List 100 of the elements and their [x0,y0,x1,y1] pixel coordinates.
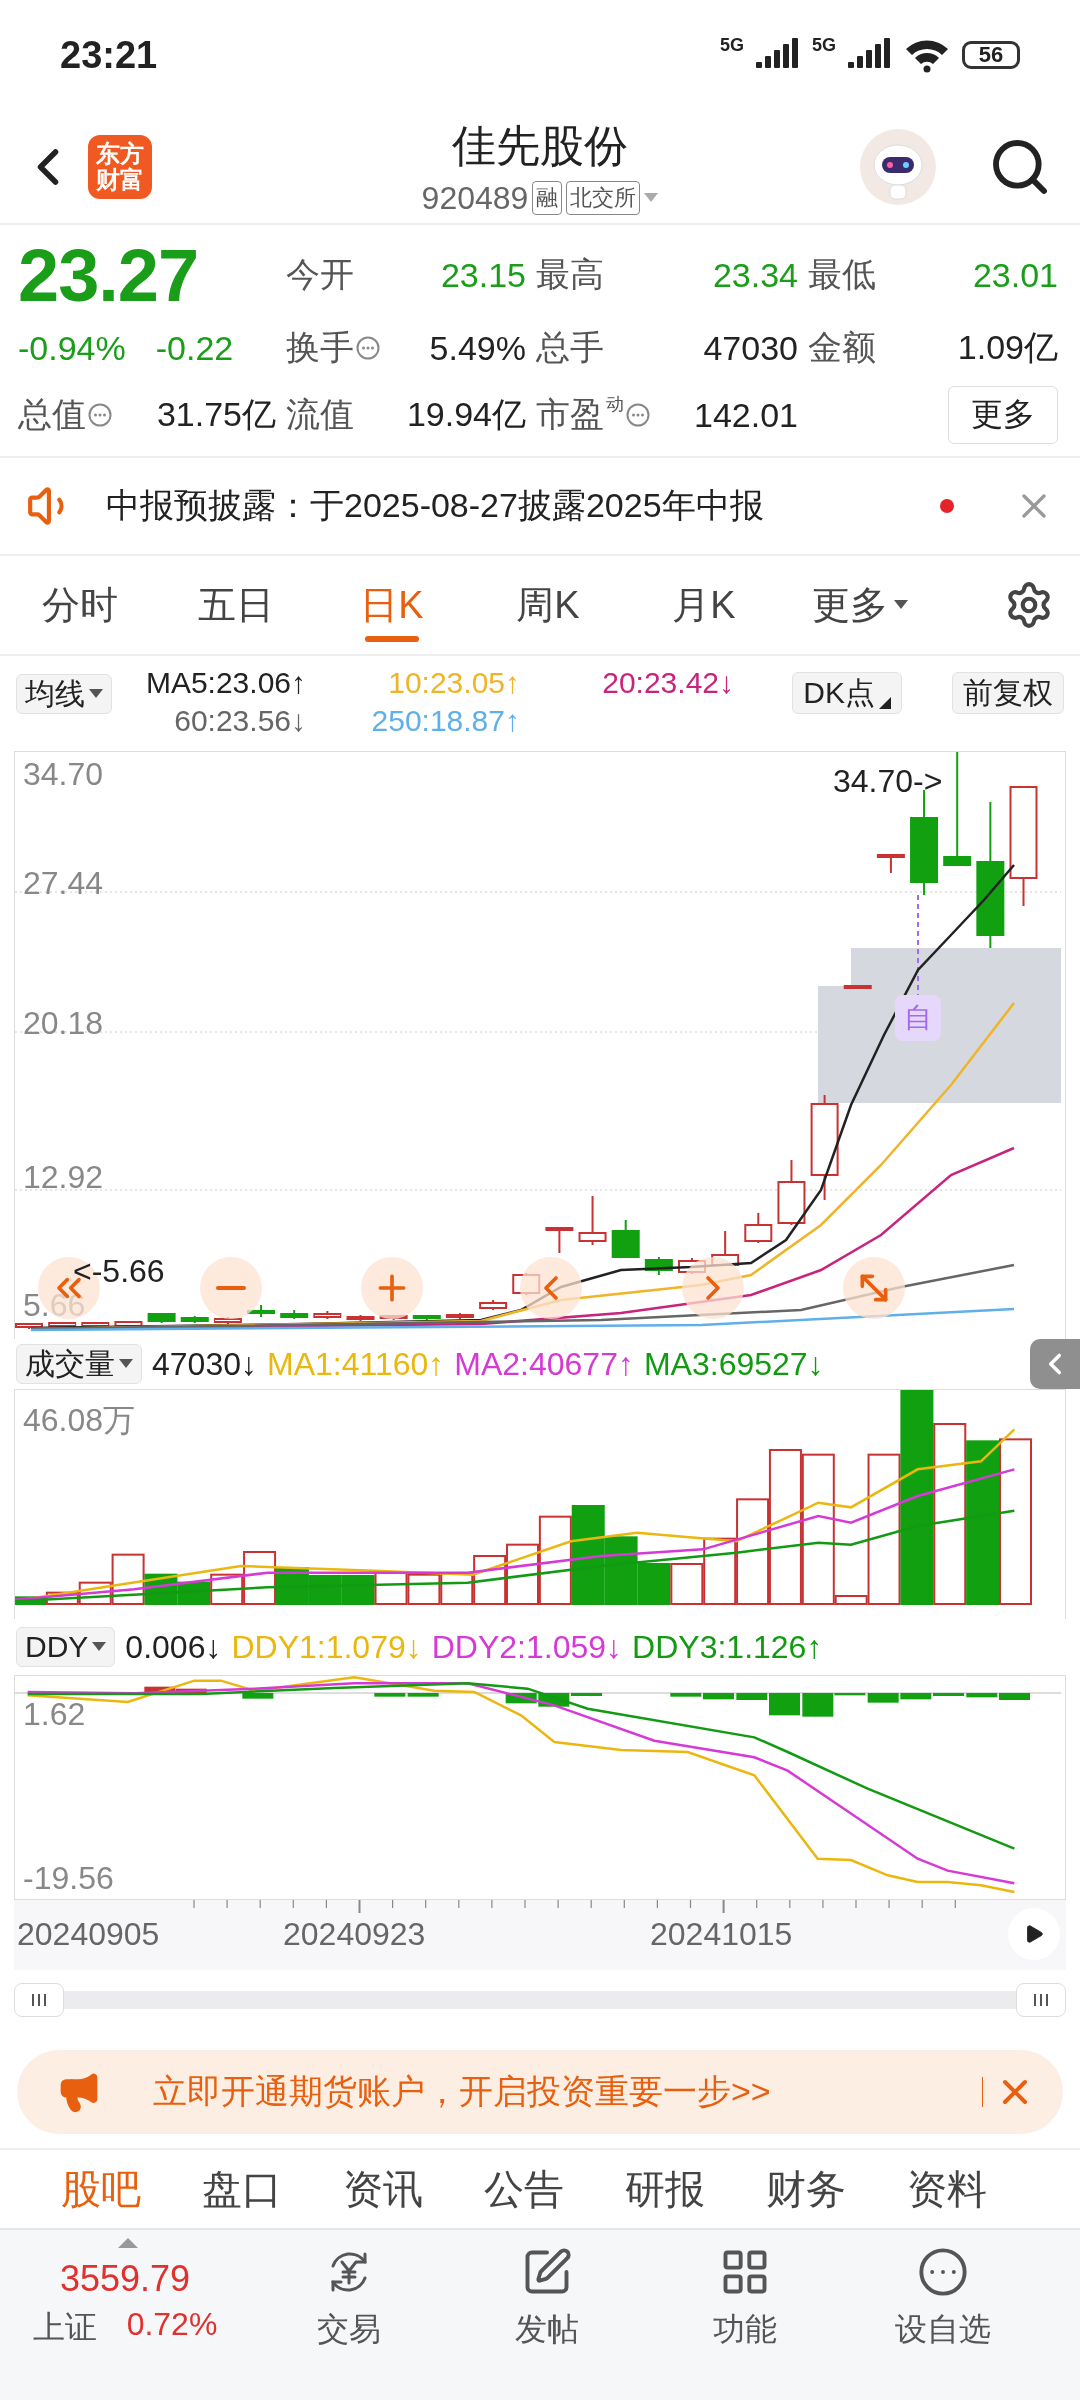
nav-item[interactable]: 交易 [250,2246,448,2352]
period-tab[interactable]: 五日 [158,556,314,654]
info-tab[interactable]: 财务 [735,2161,876,2217]
network-label: 5G [719,35,744,56]
candlestick [578,1195,607,1246]
axis-label: 27.44 [23,867,104,899]
nav-label: 交易 [317,2310,381,2349]
field-label: 市盈 [536,394,604,435]
candlestick [545,1226,574,1254]
date-label: 20240905 [17,1916,160,1953]
caret-icon [119,1359,133,1369]
superscript-label: 动 [606,393,624,416]
volume-bar [308,1575,342,1605]
date-label: 20240923 [283,1916,426,1953]
period-tab[interactable]: 周K [470,556,626,654]
field-label: 总手 [536,327,604,368]
axis-label: 12.92 [23,1161,104,1193]
index-value[interactable]: 3559.79 [59,2258,191,2300]
indicator-select[interactable]: 均线 [16,674,112,714]
axis-label: 1.62 [23,1698,86,1730]
ma-legend: 10:23.05↑ [388,666,520,700]
nav-item[interactable]: 发帖 [448,2246,646,2352]
candlestick [744,1212,773,1244]
field-value: 31.75亿 [156,394,276,435]
info-tab[interactable]: 公告 [453,2161,594,2217]
indicator-select[interactable]: DDY [16,1627,116,1667]
network-label: 5G [812,35,836,56]
info-tab[interactable]: 研报 [594,2161,735,2217]
play-button[interactable] [1008,1908,1060,1960]
scroll-handle[interactable] [14,1983,64,2017]
candlestick [147,1312,176,1324]
dropdown-caret-icon [644,193,659,203]
volume-bar [407,1573,441,1605]
volume-bar [341,1575,375,1605]
candlestick [876,854,905,874]
change-amount: -0.22 [155,328,234,368]
candlestick [15,1322,43,1330]
ddy-legend: DDY3:1.126↑ [632,1628,823,1666]
high-price-marker: 34.70-> [833,765,943,797]
ma-legend: 60:23.56↓ [174,704,306,738]
low-price-marker: <-5.66 [73,1255,165,1287]
scroll-handle[interactable] [1016,1983,1066,2017]
next-button[interactable] [682,1257,744,1319]
field-value: 19.94亿 [406,394,526,435]
candlestick [479,1299,508,1311]
ddy-legend: DDY2:1.059↓ [431,1628,623,1666]
candlestick [445,1312,474,1320]
date-label: 20241015 [650,1916,793,1953]
ddy-bar [505,1693,537,1704]
nav-label: 发帖 [515,2310,579,2349]
info-tab[interactable]: 盘口 [171,2161,312,2217]
robot-avatar-icon[interactable] [858,126,938,207]
adjust-button[interactable]: 前复权 [952,672,1064,714]
indicator-select[interactable]: 成交量 [16,1344,142,1384]
more-button[interactable]: 更多 [948,386,1058,444]
field-value: 23.15 [440,255,526,295]
battery-level: 56 [962,41,1020,69]
field-value: 23.34 [712,255,798,295]
market-tag: 融 [532,181,563,215]
clock: 23:21 [60,33,158,77]
collapse-button[interactable] [1030,1339,1080,1389]
candlestick [81,1321,110,1328]
minus-icon [216,1286,246,1290]
candlestick [180,1315,209,1324]
nav-item[interactable]: 功能 [646,2246,844,2352]
field-label: 最低 [808,254,876,295]
field-value: 5.49% [429,328,526,368]
axis-label: 34.70 [23,758,104,790]
current-price: 23.27 [18,232,200,318]
nav-item[interactable]: 设自选 [844,2246,1042,2352]
field-label: 流值 [286,394,354,435]
expand-arrow-icon[interactable] [118,2238,138,2248]
candlestick [611,1219,640,1259]
candlestick [313,1310,342,1320]
app-logo: 东方财富 [88,134,152,199]
index-name: 上证 [32,2308,97,2347]
candlestick [346,1314,375,1322]
candlestick [843,985,872,989]
period-tab[interactable]: 更多 [782,556,938,654]
field-label: 换手 [286,327,354,368]
caret-icon [89,689,103,699]
ma-legend: 20:23.42↓ [602,666,734,700]
expand-button[interactable] [843,1257,905,1319]
dk-point-button[interactable]: DK点 [792,672,902,714]
change-percent: -0.94% [18,328,126,368]
ddy-legend: 0.006↓ [125,1628,222,1666]
field-label: 今开 [286,254,354,295]
period-tab[interactable]: 月K [626,556,782,654]
ddy-bar [242,1693,274,1699]
period-tab[interactable]: 分时 [2,556,158,654]
ma-legend: MA5:23.06↑ [145,666,306,700]
nav-label: 功能 [713,2310,777,2349]
candlestick [644,1256,673,1276]
more-icon [917,2246,969,2298]
previous-button[interactable] [520,1257,582,1319]
info-tab[interactable]: 资料 [876,2161,1017,2217]
caret-icon [92,1642,107,1652]
field-label: 最高 [536,254,604,295]
notice-text[interactable]: 中报预披露：于2025-08-27披露2025年中报 [106,483,910,529]
info-tab[interactable]: 资讯 [312,2161,453,2217]
